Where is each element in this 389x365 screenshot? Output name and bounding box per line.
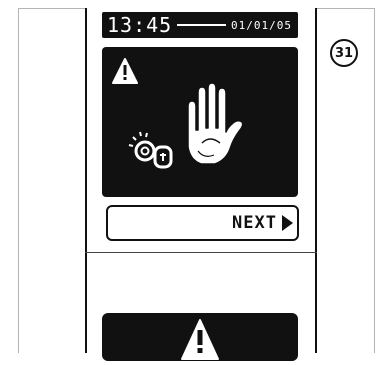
next-button[interactable]: NEXT	[106, 205, 299, 241]
next-button-label: NEXT	[232, 213, 277, 233]
warning-triangle-icon	[181, 319, 219, 360]
status-bar: 13:45 01/01/05	[102, 12, 298, 38]
bottom-warning-graphic	[181, 319, 219, 360]
section-divider	[85, 252, 317, 253]
warning-panel	[102, 47, 298, 197]
bottom-warning-panel	[102, 313, 298, 361]
warning-triangle-icon	[112, 58, 138, 84]
status-date: 01/01/05	[231, 18, 292, 32]
status-divider-line	[177, 24, 227, 26]
right-arrow-icon	[282, 215, 293, 231]
clock-time: 13:45	[107, 13, 173, 37]
warning-panel-graphic	[112, 58, 244, 169]
stop-hand-icon	[187, 82, 244, 165]
key-unlock-icon	[128, 131, 173, 169]
figure-number-badge: 31	[330, 39, 358, 67]
